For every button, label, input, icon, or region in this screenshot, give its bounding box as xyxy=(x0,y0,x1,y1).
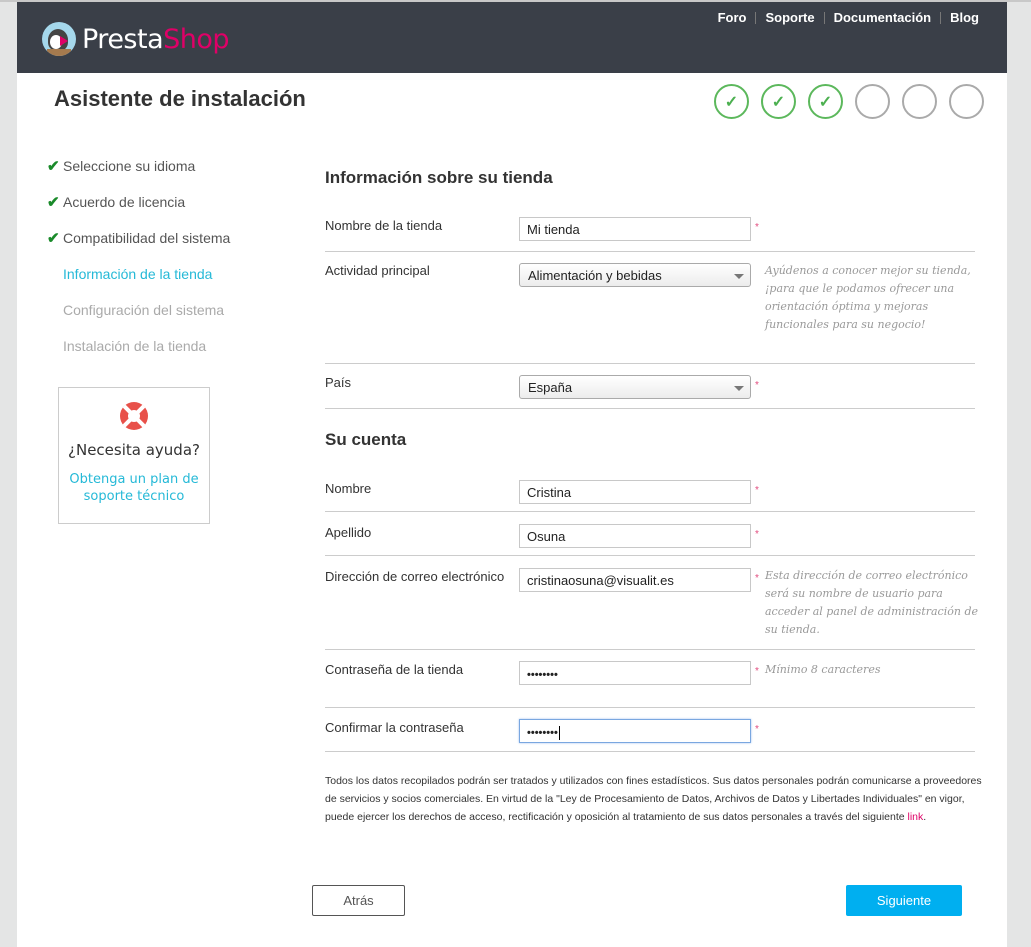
top-nav: Foro Soporte Documentación Blog xyxy=(718,10,979,25)
country-select[interactable]: España xyxy=(519,375,751,399)
required-marker: * xyxy=(755,380,759,391)
sidebar-step-label: Seleccione su idioma xyxy=(63,158,196,174)
chevron-down-icon xyxy=(734,386,744,391)
back-button[interactable]: Atrás xyxy=(312,885,405,916)
email-input[interactable] xyxy=(519,568,751,592)
confirm-password-label: Confirmar la contraseña xyxy=(325,720,464,735)
step-complete-indicator: ✓ xyxy=(714,84,749,119)
nav-link-soporte[interactable]: Soporte xyxy=(765,10,814,25)
activity-selected-value: Alimentación y bebidas xyxy=(528,268,662,283)
sidebar-step-item[interactable]: ✔ Acuerdo de licencia xyxy=(47,184,287,220)
country-label: País xyxy=(325,375,352,390)
first-name-label: Nombre xyxy=(325,481,372,496)
country-selected-value: España xyxy=(528,380,573,395)
checkmark-icon: ✓ xyxy=(724,93,739,111)
first-name-input[interactable] xyxy=(519,480,751,504)
sidebar-step-label: Instalación de la tienda xyxy=(63,338,207,354)
email-row: Dirección de correo electrónico * Esta d… xyxy=(325,556,978,650)
sidebar-step-item: Instalación de la tienda xyxy=(47,328,287,364)
checkmark-icon: ✓ xyxy=(818,93,833,111)
sidebar-step-item[interactable]: ✔ Seleccione su idioma xyxy=(47,148,287,184)
site-header: PrestaShop Foro Soporte Documentación Bl… xyxy=(17,2,1007,73)
activity-hint: Ayúdenos a conocer mejor su tienda, ¡par… xyxy=(765,264,971,331)
store-name-label: Nombre de la tienda xyxy=(325,218,443,233)
checkmark-icon: ✓ xyxy=(771,93,786,111)
confirm-password-row: Confirmar la contraseña •••••••• * xyxy=(325,708,975,752)
text-cursor xyxy=(558,725,560,740)
country-row: País España * xyxy=(325,364,975,409)
step-pending-indicator xyxy=(949,84,984,119)
nav-link-documentacion[interactable]: Documentación xyxy=(834,10,932,25)
sidebar-step-item[interactable]: ✔ Compatibilidad del sistema xyxy=(47,220,287,256)
confirm-password-input[interactable]: •••••••• xyxy=(519,719,751,743)
step-pending-indicator xyxy=(855,84,890,119)
help-title: ¿Necesita ayuda? xyxy=(68,441,200,459)
lifebuoy-icon xyxy=(120,402,148,430)
logo-text: PrestaShop xyxy=(82,23,230,55)
sidebar-step-label: Compatibilidad del sistema xyxy=(63,230,231,246)
step-complete-indicator: ✓ xyxy=(808,84,843,119)
installer-page: PrestaShop Foro Soporte Documentación Bl… xyxy=(17,2,1007,947)
required-marker: * xyxy=(755,724,759,735)
account-section-title: Su cuenta xyxy=(325,430,407,449)
email-hint: Esta dirección de correo electrónico ser… xyxy=(765,569,978,636)
help-box: ¿Necesita ayuda? Obtenga un plan de sopo… xyxy=(58,387,210,524)
puffin-logo-icon xyxy=(42,22,76,56)
required-marker: * xyxy=(755,529,759,540)
step-pending-indicator xyxy=(902,84,937,119)
steps-sidebar: ✔ Seleccione su idioma ✔ Acuerdo de licenci… xyxy=(47,148,287,364)
last-name-row: Apellido * xyxy=(325,512,975,556)
store-section-title: Información sobre su tienda xyxy=(325,168,553,187)
last-name-label: Apellido xyxy=(325,525,372,540)
password-input[interactable]: •••••••• xyxy=(519,661,751,685)
nav-separator xyxy=(940,11,942,24)
step-complete-indicator: ✓ xyxy=(761,84,796,119)
checkmark-icon: ✔ xyxy=(47,230,60,247)
sidebar-step-label: Acuerdo de licencia xyxy=(63,194,186,210)
activity-select[interactable]: Alimentación y bebidas xyxy=(519,263,751,287)
checkmark-icon: ✔ xyxy=(47,158,60,175)
sidebar-step-item: Configuración del sistema xyxy=(47,292,287,328)
sidebar-step-item: Información de la tienda xyxy=(47,256,287,292)
checkmark-icon: ✔ xyxy=(47,194,60,211)
page-title: Asistente de instalación xyxy=(54,86,306,111)
required-marker: * xyxy=(755,485,759,496)
store-name-input[interactable] xyxy=(519,217,751,241)
activity-label: Actividad principal xyxy=(325,263,430,278)
nav-link-blog[interactable]: Blog xyxy=(950,10,979,25)
first-name-row: Nombre * xyxy=(325,468,975,512)
sidebar-step-label: Configuración del sistema xyxy=(63,302,225,318)
nav-separator xyxy=(755,11,757,24)
chevron-down-icon xyxy=(734,274,744,279)
email-label: Dirección de correo electrónico xyxy=(325,569,505,584)
progress-steps: ✓ ✓ ✓ xyxy=(714,84,996,119)
activity-row: Actividad principal Alimentación y bebid… xyxy=(325,252,975,364)
store-name-row: Nombre de la tienda * xyxy=(325,212,975,252)
password-row: Contraseña de la tienda •••••••• * Mínim… xyxy=(325,650,975,708)
prestashop-logo[interactable]: PrestaShop xyxy=(42,22,230,56)
privacy-notice: Todos los datos recopilados podrán ser t… xyxy=(325,775,982,823)
required-marker: * xyxy=(755,573,759,584)
nav-link-foro[interactable]: Foro xyxy=(718,10,747,25)
next-button[interactable]: Siguiente xyxy=(846,885,962,916)
required-marker: * xyxy=(755,222,759,233)
last-name-input[interactable] xyxy=(519,524,751,548)
privacy-link[interactable]: link xyxy=(908,811,924,823)
support-plan-link[interactable]: Obtenga un plan de soporte técnico xyxy=(59,471,209,505)
nav-separator xyxy=(823,11,825,24)
sidebar-step-label: Información de la tienda xyxy=(63,266,213,282)
password-label: Contraseña de la tienda xyxy=(325,662,464,677)
required-marker: * xyxy=(755,666,759,677)
password-hint: Mínimo 8 caracteres xyxy=(765,663,881,676)
